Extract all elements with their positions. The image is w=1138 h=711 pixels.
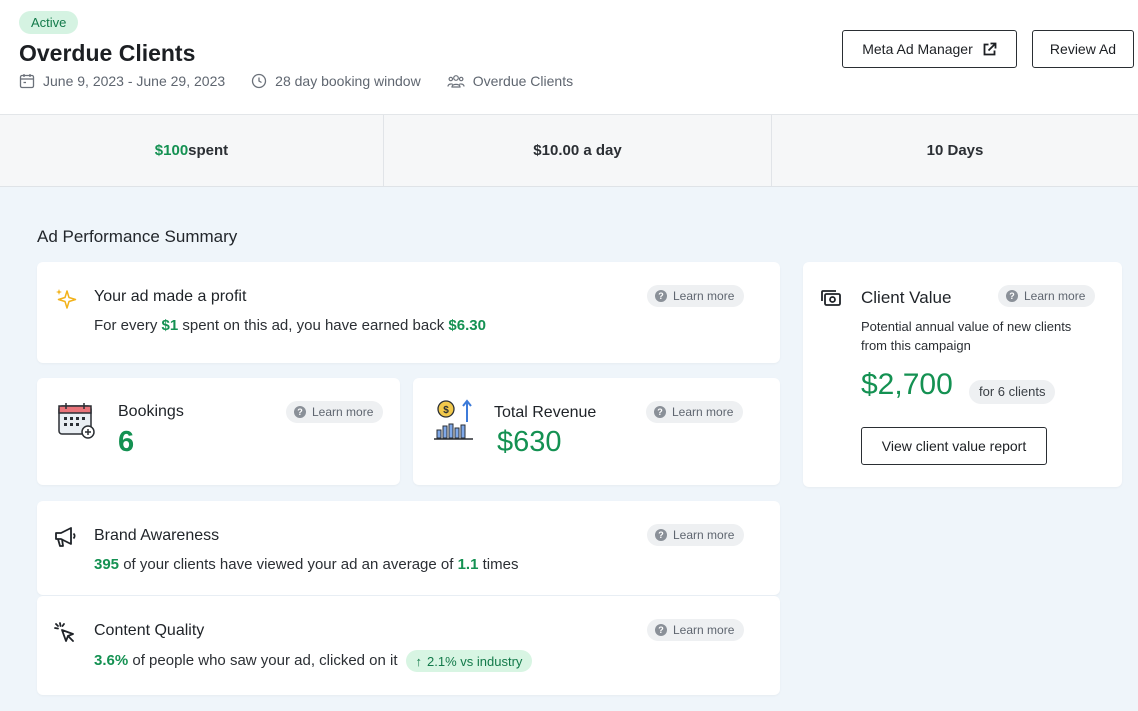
learn-more-label: Learn more — [672, 405, 734, 419]
spent-amount: $100 — [154, 142, 189, 159]
content-quality-title: Content Quality — [94, 622, 205, 639]
brand-text-suffix: times — [478, 556, 519, 573]
learn-more-bookings[interactable]: ? Learn more — [286, 401, 384, 423]
users-icon — [447, 75, 465, 88]
calendar-icon — [19, 74, 35, 89]
view-client-value-report-button[interactable]: View client value report — [861, 427, 1047, 465]
help-icon: ? — [655, 290, 667, 302]
brand-awareness-title: Brand Awareness — [94, 527, 220, 544]
performance-area: Ad Performance Summary Your ad made a pr… — [0, 187, 1138, 711]
content-ctr: 3.6% — [94, 651, 129, 669]
arrow-up-icon: ↑ — [415, 653, 423, 669]
profit-title: Your ad made a profit — [94, 288, 247, 305]
brand-viewers: 395 — [94, 556, 120, 573]
profit-text-prefix: For every — [94, 317, 162, 334]
revenue-value: $630 — [497, 426, 562, 458]
stat-duration: 10 Days — [926, 142, 984, 159]
profit-earned: $6.30 — [448, 317, 486, 334]
section-title: Ad Performance Summary — [37, 227, 238, 246]
help-icon: ? — [654, 406, 666, 418]
content-quality-text: 3.6% of people who saw your ad, clicked … — [94, 650, 533, 672]
stats-bar: $100 spent $10.00 a day 10 Days — [0, 114, 1138, 187]
learn-more-profit[interactable]: ? Learn more — [647, 285, 745, 307]
industry-comparison-text: 2.1% vs industry — [427, 653, 523, 669]
profit-card: Your ad made a profit For every $1 spent… — [37, 262, 780, 363]
review-ad-button[interactable]: Review Ad — [1032, 30, 1134, 68]
booking-window: 28 day booking window — [251, 73, 421, 89]
revenue-card: $ Total Revenue $630 ? Learn more — [413, 378, 780, 485]
cursor-click-icon — [54, 622, 74, 642]
booking-window-text: 28 day booking window — [275, 73, 421, 89]
revenue-chart-icon: $ — [434, 399, 473, 440]
help-icon: ? — [655, 624, 667, 636]
client-value-description: Potential annual value of new clients fr… — [861, 319, 1072, 353]
audience: Overdue Clients — [447, 73, 573, 89]
client-value-amount: $2,700 — [861, 368, 953, 401]
learn-more-brand[interactable]: ? Learn more — [647, 524, 745, 546]
learn-more-content[interactable]: ? Learn more — [647, 619, 745, 641]
client-value-card: Client Value ? Learn more Potential annua… — [803, 262, 1122, 487]
help-icon: ? — [655, 529, 667, 541]
spent-label: spent — [188, 142, 229, 159]
help-icon: ? — [1006, 290, 1018, 302]
content-text-middle: of people who saw your ad, clicked on it — [128, 651, 398, 669]
booking-calendar-icon — [58, 403, 95, 439]
client-value-title: Client Value — [861, 288, 952, 307]
megaphone-icon — [55, 527, 76, 547]
meta-ad-manager-button[interactable]: Meta Ad Manager — [842, 30, 1017, 68]
bookings-title: Bookings — [118, 403, 184, 420]
industry-comparison-badge: ↑ 2.1% vs industry — [405, 650, 533, 672]
help-icon: ? — [294, 406, 306, 418]
date-range-text: June 9, 2023 - June 29, 2023 — [43, 73, 226, 89]
learn-more-client-value[interactable]: ? Learn more — [998, 285, 1096, 307]
brand-awareness-card: Brand Awareness 395 of your clients have… — [37, 501, 780, 595]
audience-text: Overdue Clients — [472, 73, 574, 89]
learn-more-revenue[interactable]: ? Learn more — [646, 401, 744, 423]
money-icon — [821, 290, 841, 306]
learn-more-label: Learn more — [673, 528, 735, 542]
stat-spent: $100 spent — [0, 115, 384, 186]
external-link-icon — [983, 42, 997, 55]
content-quality-card: Content Quality 3.6% of people who saw y… — [37, 596, 780, 695]
learn-more-label: Learn more — [673, 289, 735, 303]
stat-daily-budget: $10.00 a day — [384, 115, 772, 186]
learn-more-label: Learn more — [673, 623, 735, 637]
date-range: June 9, 2023 - June 29, 2023 — [19, 73, 225, 89]
bookings-card: Bookings 6 ? Learn more — [37, 378, 400, 485]
profit-text: For every $1 spent on this ad, you have … — [94, 317, 486, 334]
bookings-value: 6 — [118, 426, 135, 458]
clients-count-badge: for 6 clients — [969, 380, 1056, 404]
ad-meta: June 9, 2023 - June 29, 2023 28 day book… — [19, 73, 599, 89]
ad-header: Active Overdue Clients June 9, 2023 - Ju… — [0, 0, 1138, 115]
status-badge: Active — [19, 11, 79, 34]
profit-text-middle: spent on this ad, you have earned back — [178, 317, 449, 334]
meta-ad-manager-label: Meta Ad Manager — [862, 41, 973, 57]
profit-spent-unit: $1 — [161, 317, 179, 334]
learn-more-label: Learn more — [1024, 289, 1086, 303]
page-title: Overdue Clients — [19, 40, 196, 66]
brand-awareness-text: 395 of your clients have viewed your ad … — [94, 556, 518, 573]
revenue-title: Total Revenue — [494, 404, 597, 421]
brand-average: 1.1 — [457, 556, 479, 573]
svg-text:$: $ — [443, 405, 449, 416]
clock-icon — [252, 73, 267, 89]
learn-more-label: Learn more — [312, 405, 374, 419]
sparkle-icon — [56, 289, 77, 309]
brand-text-middle: of your clients have viewed your ad an a… — [119, 556, 458, 573]
